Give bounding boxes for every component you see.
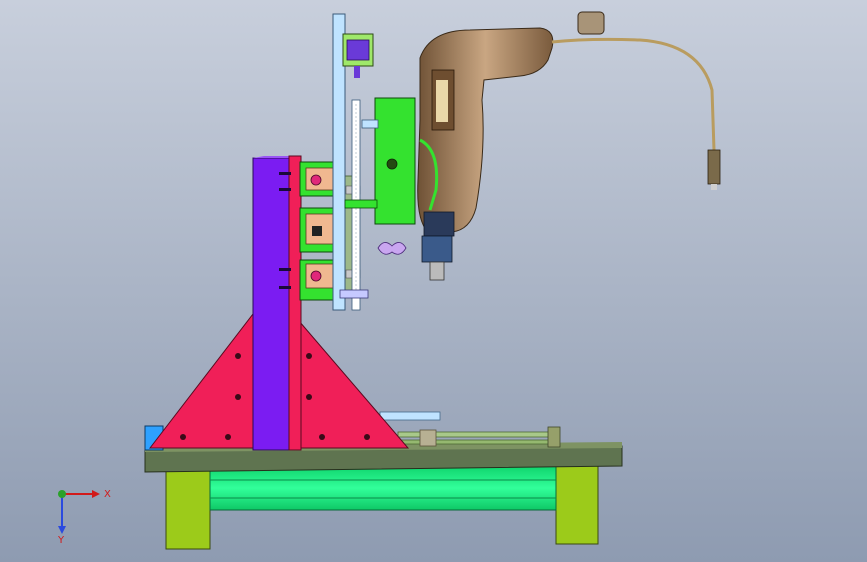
axis-y-label: Y — [57, 535, 65, 546]
vertical-column — [252, 155, 302, 451]
cross-beam — [209, 465, 557, 511]
axis-x-label: X — [104, 489, 111, 500]
cad-viewport[interactable]: X Y — [0, 0, 867, 562]
slide-carriages — [299, 161, 361, 301]
model-canvas[interactable]: X Y — [0, 0, 867, 562]
